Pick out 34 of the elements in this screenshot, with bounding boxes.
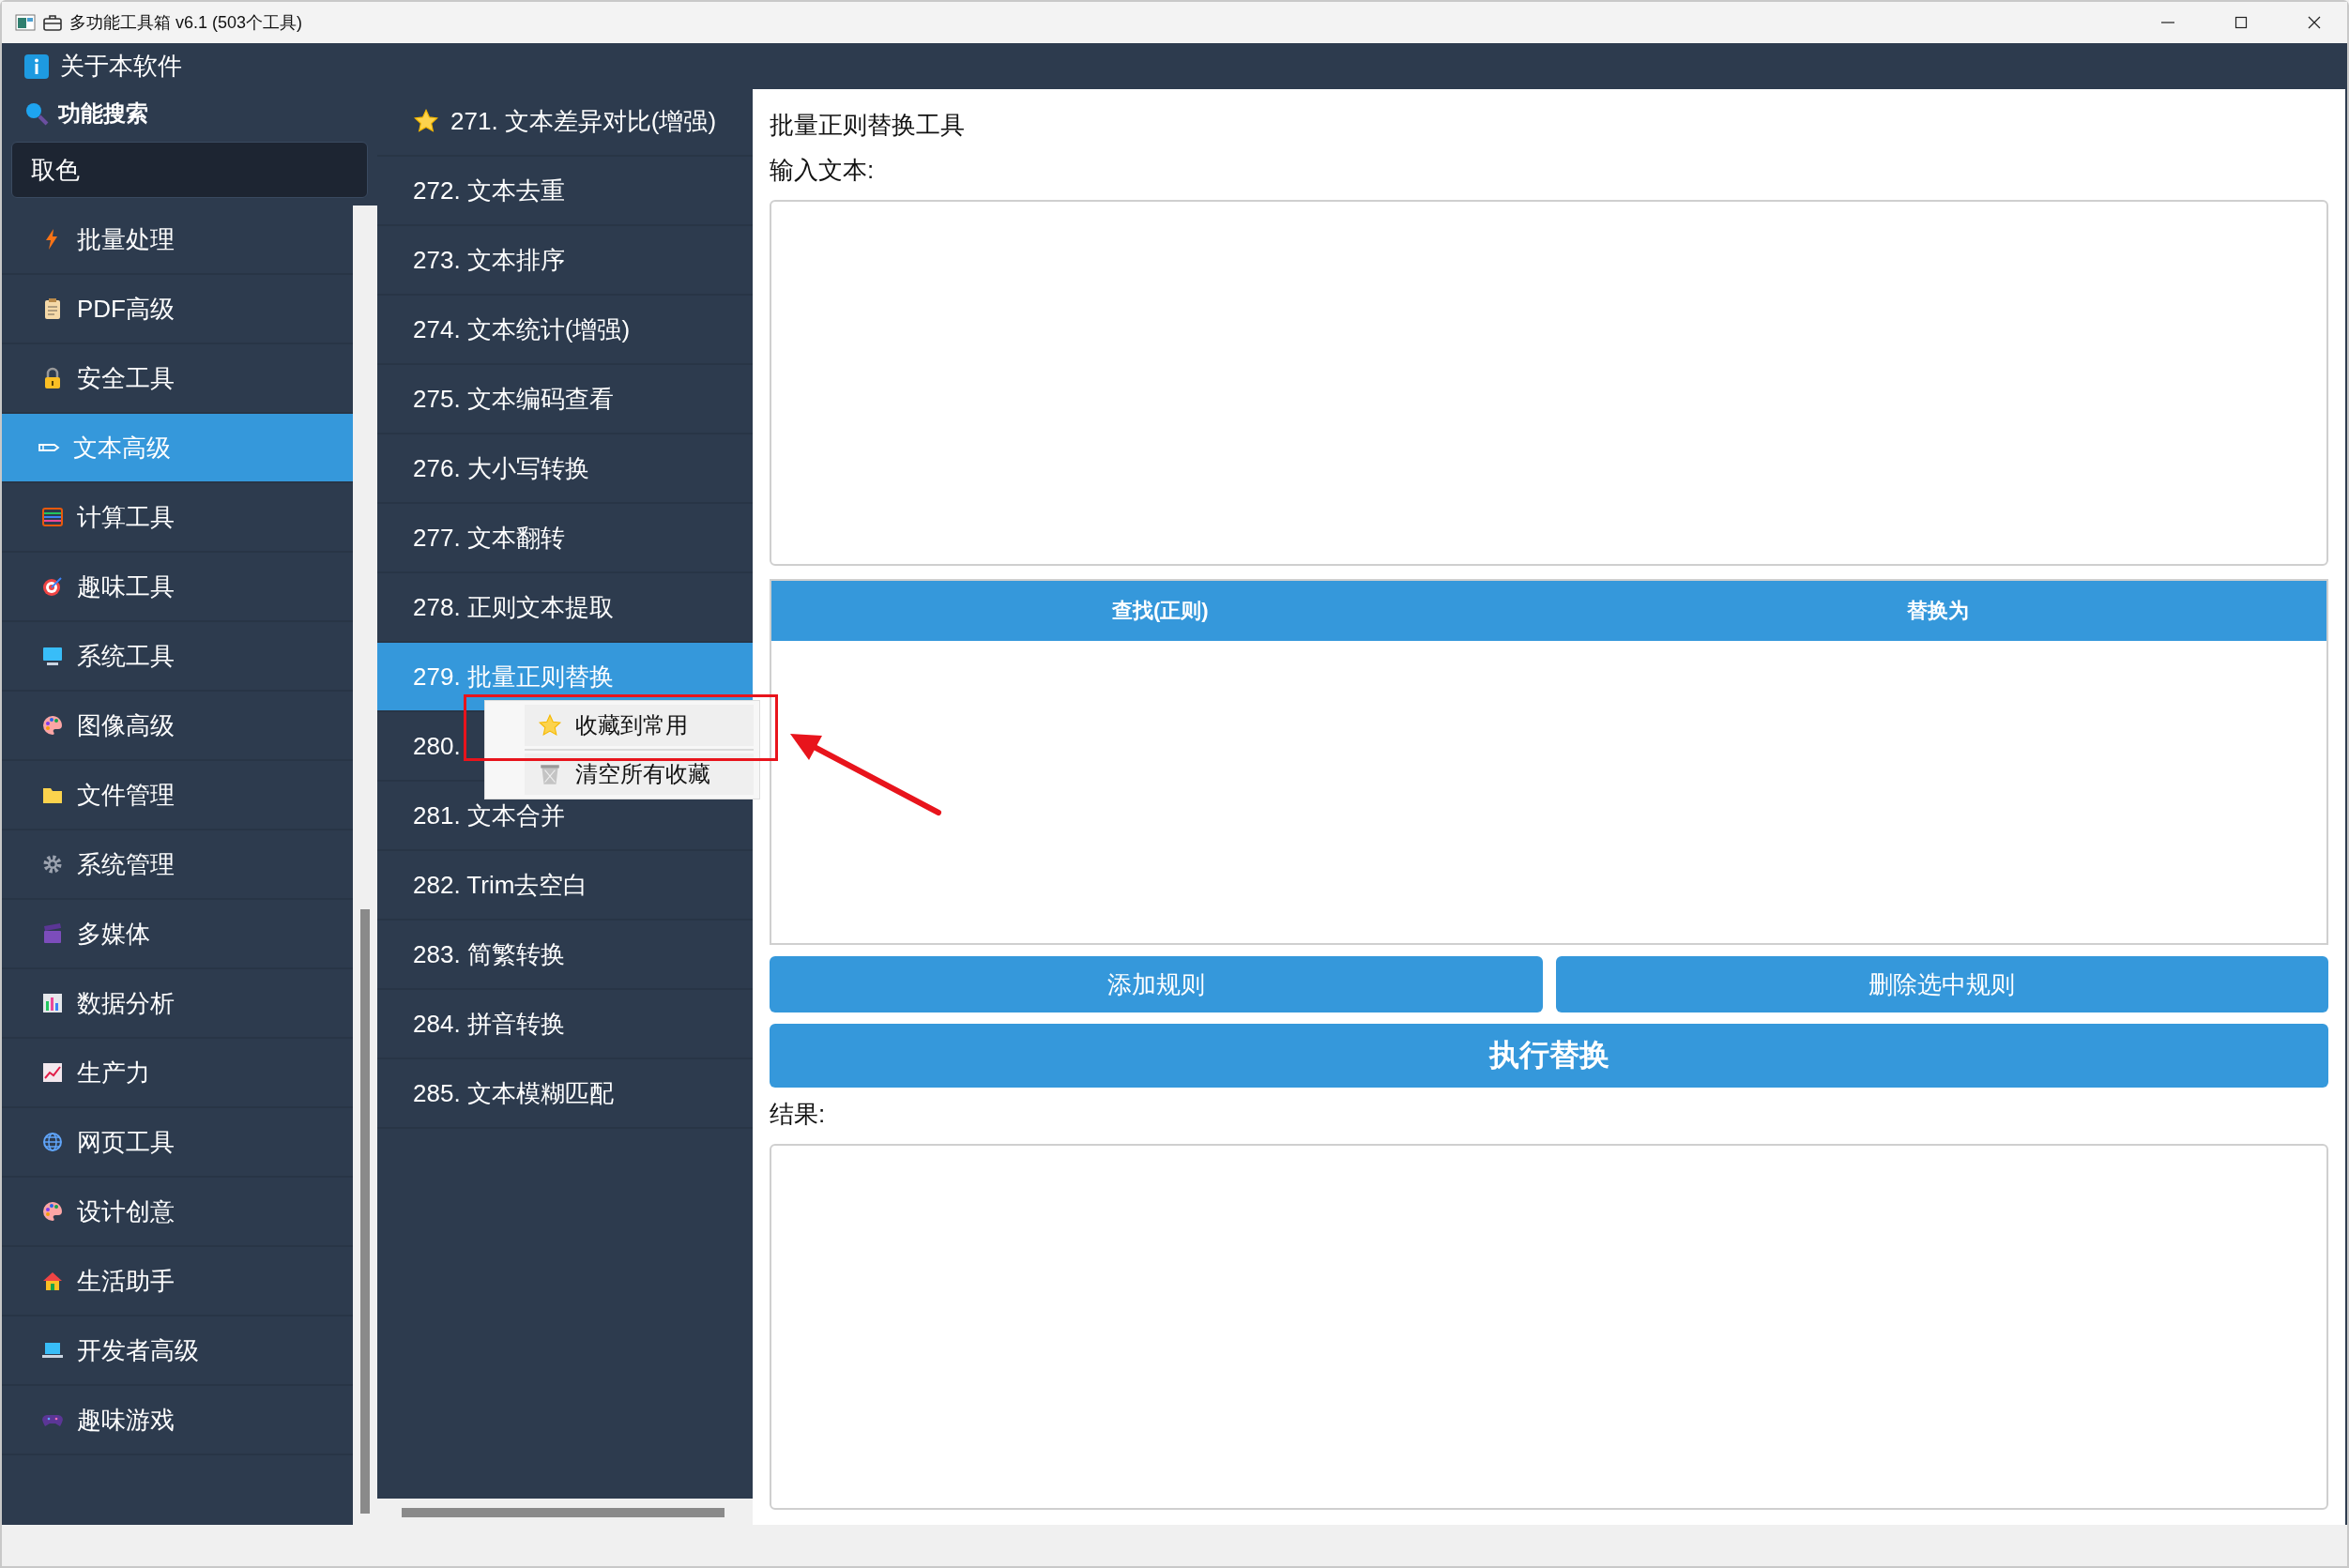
window-title: 多功能工具箱 v6.1 (503个工具) <box>69 12 304 34</box>
minimize-icon <box>2160 22 2175 23</box>
briefcase-icon <box>43 14 62 31</box>
app-icon <box>15 14 36 31</box>
close-icon <box>2307 15 2322 30</box>
globe-icon <box>41 1131 64 1153</box>
star-icon <box>413 108 439 134</box>
menu-item[interactable]: 清空所有收藏 <box>525 754 754 795</box>
star-icon <box>538 713 562 738</box>
input-label: 输入文本: <box>770 154 875 186</box>
scrollbar-thumb[interactable] <box>402 1508 725 1517</box>
result-textarea[interactable] <box>770 1144 2328 1510</box>
search-field[interactable]: 取色 <box>11 142 368 198</box>
maximize-icon <box>2234 15 2249 30</box>
clapperboard-icon <box>41 922 64 945</box>
abacus-icon <box>41 506 64 528</box>
search-label: 功能搜索 <box>58 99 148 128</box>
scrollbar-thumb[interactable] <box>360 909 370 1514</box>
palette-icon <box>41 1200 64 1223</box>
magnifier-icon <box>24 101 49 126</box>
palette-icon <box>41 714 64 737</box>
monitor-icon <box>41 645 64 667</box>
house-icon <box>41 1270 64 1292</box>
info-icon <box>24 53 49 79</box>
tool-title: 批量正则替换工具 <box>770 109 965 141</box>
bar-chart-icon <box>41 992 64 1014</box>
target-icon <box>41 575 64 598</box>
result-label: 结果: <box>770 1098 826 1130</box>
input-textarea[interactable] <box>770 200 2328 566</box>
about-menu[interactable]: 关于本软件 <box>60 50 182 83</box>
line-chart-icon <box>41 1061 64 1084</box>
menu-item[interactable]: 收藏到常用 <box>525 705 754 746</box>
trash-icon <box>538 762 562 786</box>
gear-icon <box>41 853 64 875</box>
